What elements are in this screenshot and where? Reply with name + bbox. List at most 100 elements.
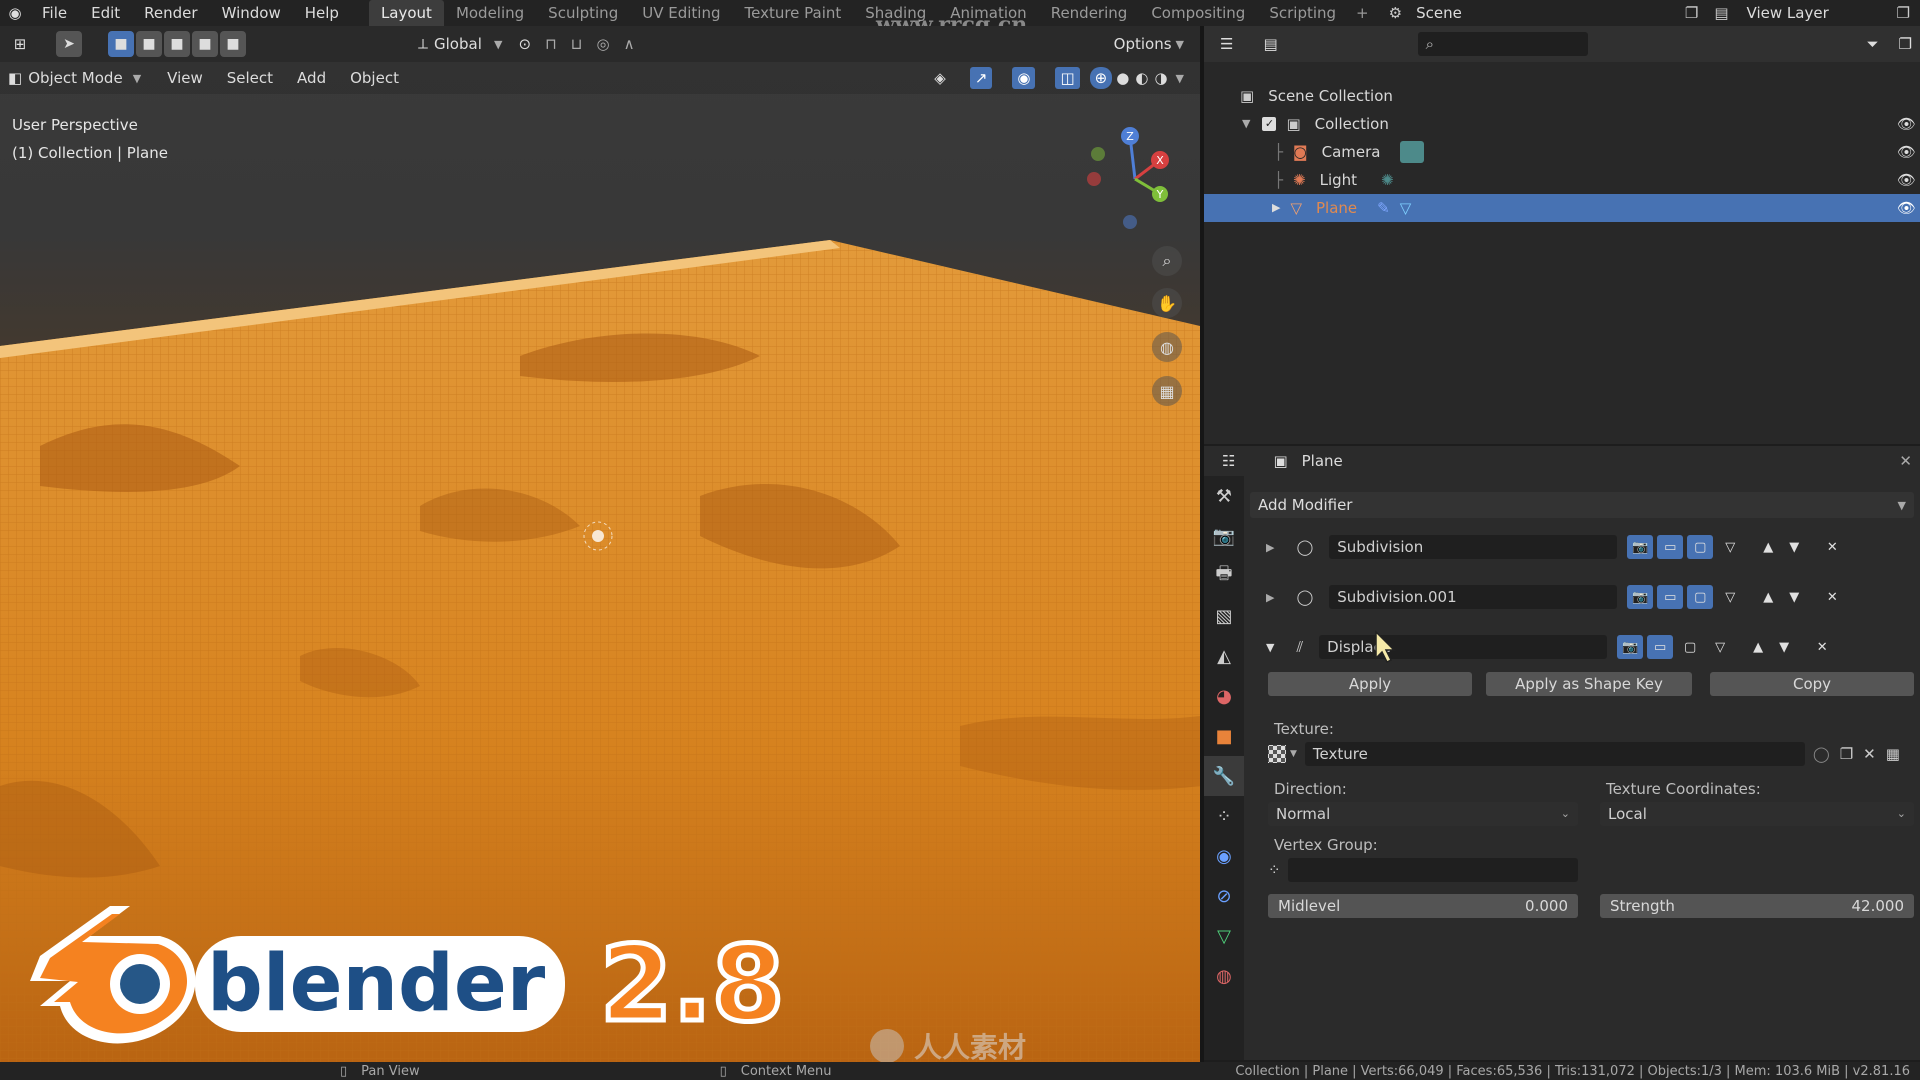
- visibility-eye-icon[interactable]: 👁: [1897, 166, 1916, 194]
- collapse-arrow-icon[interactable]: ▼: [1266, 641, 1274, 654]
- view-layer-icon[interactable]: ▤: [1706, 4, 1736, 22]
- menu-add[interactable]: Add: [285, 69, 338, 87]
- tree-collection[interactable]: ▼ ✓ ▣ Collection 👁: [1204, 110, 1920, 138]
- tab-uv-editing[interactable]: UV Editing: [630, 0, 732, 26]
- select-extend-mode-icon[interactable]: ■: [136, 31, 162, 57]
- select-box-mode-icon[interactable]: ■: [108, 31, 134, 57]
- texture-coordinates-select[interactable]: Local ⌄: [1600, 802, 1914, 826]
- tab-view-layer[interactable]: ▧: [1204, 596, 1244, 636]
- add-workspace-icon[interactable]: +: [1348, 4, 1377, 22]
- tab-world[interactable]: ◕: [1204, 676, 1244, 716]
- options-dropdown[interactable]: Options: [1114, 35, 1172, 53]
- realtime-toggle-icon[interactable]: ▭: [1657, 535, 1684, 559]
- render-toggle-icon[interactable]: 📷: [1627, 585, 1654, 609]
- properties-editor-type-icon[interactable]: ☷: [1222, 452, 1235, 470]
- tab-particles[interactable]: ⁘: [1204, 796, 1244, 836]
- rendered-shading-icon[interactable]: ◑: [1154, 69, 1167, 87]
- tree-item-camera[interactable]: ├ ◙ Camera 👁: [1204, 138, 1920, 166]
- new-view-layer-icon[interactable]: ❐: [1887, 4, 1920, 22]
- move-up-icon[interactable]: ▲: [1755, 535, 1781, 559]
- menu-file[interactable]: File: [30, 0, 79, 26]
- modifier-name-field[interactable]: Subdivision: [1329, 535, 1618, 559]
- proportional-edit-icon[interactable]: ◎: [597, 35, 610, 53]
- checker-texture-icon[interactable]: [1268, 745, 1286, 763]
- vertex-group-input[interactable]: [1288, 858, 1578, 882]
- solid-shading-icon[interactable]: ●: [1116, 69, 1129, 87]
- unlink-icon[interactable]: ✕: [1863, 745, 1876, 763]
- transform-orientation-select[interactable]: Global: [434, 35, 494, 53]
- expand-arrow-icon[interactable]: ▼: [1242, 110, 1250, 138]
- cage-toggle-icon[interactable]: ▽: [1717, 535, 1743, 559]
- tab-scripting[interactable]: Scripting: [1257, 0, 1348, 26]
- apply-button[interactable]: Apply: [1268, 672, 1472, 696]
- pivot-icon[interactable]: ⊙: [518, 35, 531, 53]
- direction-select[interactable]: Normal ⌄: [1268, 802, 1578, 826]
- menu-help[interactable]: Help: [293, 0, 351, 26]
- xray-toggle-icon[interactable]: ◫: [1055, 67, 1080, 89]
- scene-selector[interactable]: Scene: [1406, 2, 1472, 24]
- pan-hand-icon[interactable]: ✋: [1152, 288, 1182, 318]
- realtime-toggle-icon[interactable]: ▭: [1657, 585, 1684, 609]
- editmode-toggle-icon[interactable]: ▢: [1677, 635, 1703, 659]
- add-modifier-dropdown[interactable]: Add Modifier ▼: [1250, 492, 1914, 518]
- modifier-name-field[interactable]: Subdivision.001: [1329, 585, 1618, 609]
- ortho-toggle-icon[interactable]: ▦: [1152, 376, 1182, 406]
- tab-modeling[interactable]: Modeling: [444, 0, 536, 26]
- filter-icon[interactable]: ⏷: [1867, 35, 1879, 53]
- editmode-toggle-icon[interactable]: ▢: [1687, 585, 1714, 609]
- select-subtract-mode-icon[interactable]: ■: [164, 31, 190, 57]
- tab-output[interactable]: 🖶: [1204, 556, 1244, 596]
- falloff-icon[interactable]: ∧: [624, 35, 635, 53]
- copy-button[interactable]: Copy: [1710, 672, 1914, 696]
- tab-layout[interactable]: Layout: [368, 0, 444, 26]
- tab-sculpting[interactable]: Sculpting: [536, 0, 630, 26]
- blender-menu-icon[interactable]: ◉: [0, 4, 30, 22]
- midlevel-slider[interactable]: Midlevel 0.000: [1268, 894, 1578, 918]
- menu-object[interactable]: Object: [338, 69, 411, 87]
- select-tool-button[interactable]: ➤: [56, 31, 82, 57]
- menu-view[interactable]: View: [155, 69, 215, 87]
- visibility-eye-icon[interactable]: 👁: [1897, 110, 1916, 138]
- move-down-icon[interactable]: ▼: [1771, 635, 1797, 659]
- menu-window[interactable]: Window: [210, 0, 293, 26]
- pin-icon[interactable]: ✕: [1899, 452, 1912, 470]
- select-invert-mode-icon[interactable]: ■: [192, 31, 218, 57]
- editmode-toggle-icon[interactable]: ▢: [1687, 535, 1714, 559]
- cage-toggle-icon[interactable]: ▽: [1707, 635, 1733, 659]
- cage-toggle-icon[interactable]: ▽: [1717, 585, 1743, 609]
- tab-render[interactable]: 📷: [1204, 516, 1244, 556]
- expand-arrow-icon[interactable]: ▶: [1266, 591, 1274, 604]
- new-collection-icon[interactable]: ❐: [1899, 35, 1912, 53]
- tree-item-plane[interactable]: ▶ ▽ Plane ✎ ▽ 👁: [1204, 194, 1920, 222]
- view-object-types-icon[interactable]: ◈: [934, 69, 946, 87]
- realtime-toggle-icon[interactable]: ▭: [1647, 635, 1674, 659]
- remove-modifier-icon[interactable]: ✕: [1819, 535, 1845, 559]
- move-down-icon[interactable]: ▼: [1781, 535, 1807, 559]
- select-intersect-mode-icon[interactable]: ■: [220, 31, 246, 57]
- material-shading-icon[interactable]: ◐: [1135, 69, 1148, 87]
- remove-modifier-icon[interactable]: ✕: [1809, 635, 1835, 659]
- tree-scene-collection[interactable]: ▣ Scene Collection: [1204, 82, 1920, 110]
- tab-modifiers[interactable]: 🔧: [1204, 756, 1244, 796]
- 3d-viewport[interactable]: ⊞ ➤ ■ ■ ■ ■ ■ ⟂ Global ▼ ⊙ ⊓ ⊔ ◎ ∧ Optio…: [0, 26, 1200, 1066]
- tab-constraints[interactable]: ⊘: [1204, 876, 1244, 916]
- expand-arrow-icon[interactable]: ▶: [1266, 541, 1274, 554]
- tab-texture-paint[interactable]: Texture Paint: [732, 0, 853, 26]
- view-layer-selector[interactable]: View Layer: [1737, 2, 1887, 24]
- visibility-eye-icon[interactable]: 👁: [1897, 194, 1916, 222]
- checkbox[interactable]: ✓: [1262, 117, 1277, 131]
- tree-item-light[interactable]: ├ ✺ Light ✺ 👁: [1204, 166, 1920, 194]
- snap-target-icon[interactable]: ⊔: [571, 35, 583, 53]
- texture-selector[interactable]: ▼ Texture ◯ ❐ ✕ ▦: [1268, 742, 1914, 766]
- vertex-group-field[interactable]: ⁘: [1268, 858, 1584, 882]
- render-toggle-icon[interactable]: 📷: [1617, 635, 1644, 659]
- menu-render[interactable]: Render: [132, 0, 209, 26]
- zoom-icon[interactable]: ⌕: [1152, 246, 1182, 276]
- duplicate-icon[interactable]: ❐: [1840, 745, 1853, 763]
- camera-view-icon[interactable]: ◍: [1152, 332, 1182, 362]
- render-toggle-icon[interactable]: 📷: [1627, 535, 1654, 559]
- overlays-toggle-icon[interactable]: ◉: [1012, 67, 1036, 89]
- navigation-gizmo[interactable]: Z X Y: [1080, 124, 1190, 234]
- remove-modifier-icon[interactable]: ✕: [1819, 585, 1845, 609]
- tab-rendering[interactable]: Rendering: [1039, 0, 1140, 26]
